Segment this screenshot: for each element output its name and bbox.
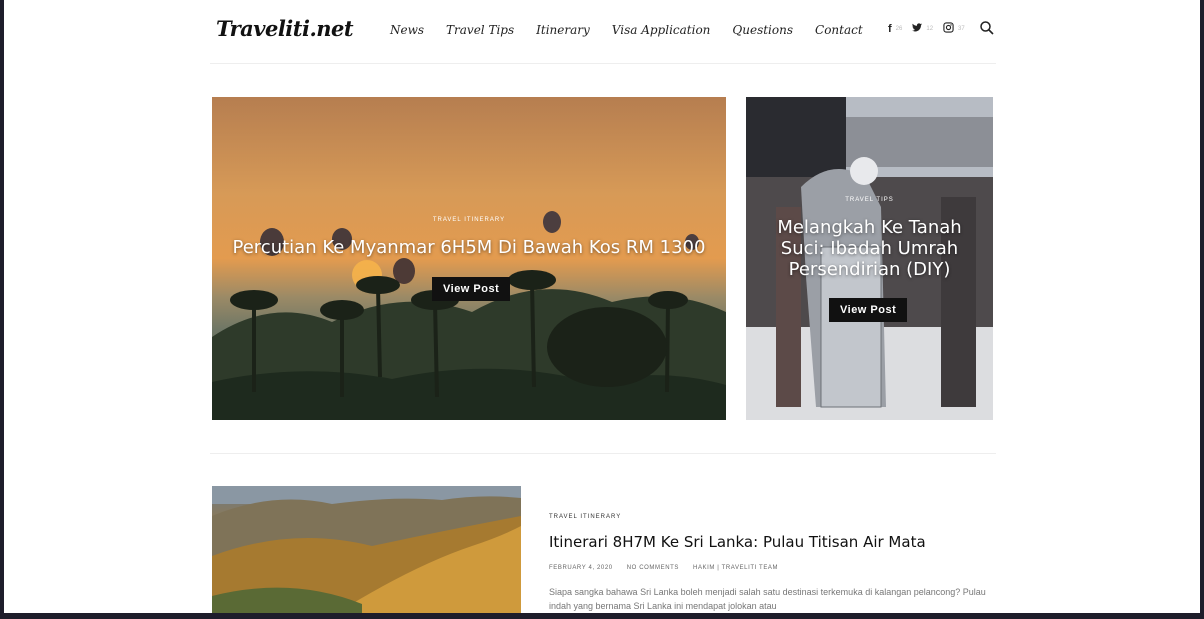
view-post-button[interactable]: View Post — [432, 277, 511, 301]
hero-category[interactable]: TRAVEL ITINERARY — [212, 217, 726, 223]
site-logo[interactable]: Traveliti.net — [216, 16, 354, 41]
twitter-count: 12 — [926, 26, 934, 32]
post-thumbnail[interactable] — [212, 486, 521, 613]
featured-post-umrah[interactable]: TRAVEL TIPS Melangkah Ke Tanah Suci: Iba… — [746, 97, 993, 420]
hero-category[interactable]: TRAVEL TIPS — [746, 197, 993, 203]
post-category[interactable]: TRAVEL ITINERARY — [549, 514, 621, 520]
post-excerpt: Siapa sangka bahawa Sri Lanka boleh menj… — [549, 587, 986, 611]
post-author[interactable]: HAKIM | TRAVELITI TEAM — [693, 565, 778, 571]
sunset-palm-image — [212, 211, 726, 420]
section-divider — [210, 453, 996, 454]
nav-contact[interactable]: Contact — [815, 23, 863, 37]
search-icon[interactable] — [979, 20, 995, 36]
instagram-count: 37 — [958, 26, 965, 32]
post-comments[interactable]: NO COMMENTS — [627, 565, 679, 571]
sri-lanka-mountain-image — [212, 486, 521, 613]
instagram-icon[interactable] — [943, 22, 954, 36]
nav-travel-tips[interactable]: Travel Tips — [446, 23, 514, 37]
post-title[interactable]: Itinerari 8H7M Ke Sri Lanka: Pulau Titis… — [549, 533, 926, 551]
hero-title[interactable]: Melangkah Ke Tanah Suci: Ibadah Umrah Pe… — [746, 217, 993, 280]
facebook-count: 26 — [895, 26, 903, 32]
hero-title[interactable]: Percutian Ke Myanmar 6H5M Di Bawah Kos R… — [212, 237, 726, 258]
nav-itinerary[interactable]: Itinerary — [536, 23, 590, 37]
view-post-button[interactable]: View Post — [829, 298, 908, 322]
social-links: f 26 12 37 — [888, 22, 971, 36]
nav-news[interactable]: News — [390, 23, 424, 37]
featured-post-myanmar[interactable]: TRAVEL ITINERARY Percutian Ke Myanmar 6H… — [212, 97, 726, 420]
main-nav: News Travel Tips Itinerary Visa Applicat… — [390, 23, 863, 37]
nav-visa-application[interactable]: Visa Application — [612, 23, 711, 37]
twitter-icon[interactable] — [912, 23, 923, 35]
post-date: FEBRUARY 4, 2020 — [549, 565, 613, 571]
post-meta: FEBRUARY 4, 2020 NO COMMENTS HAKIM | TRA… — [549, 565, 778, 571]
page: Traveliti.net News Travel Tips Itinerary… — [4, 0, 1200, 613]
facebook-icon[interactable]: f — [888, 23, 892, 35]
header-divider — [210, 63, 996, 64]
nav-questions[interactable]: Questions — [732, 23, 793, 37]
